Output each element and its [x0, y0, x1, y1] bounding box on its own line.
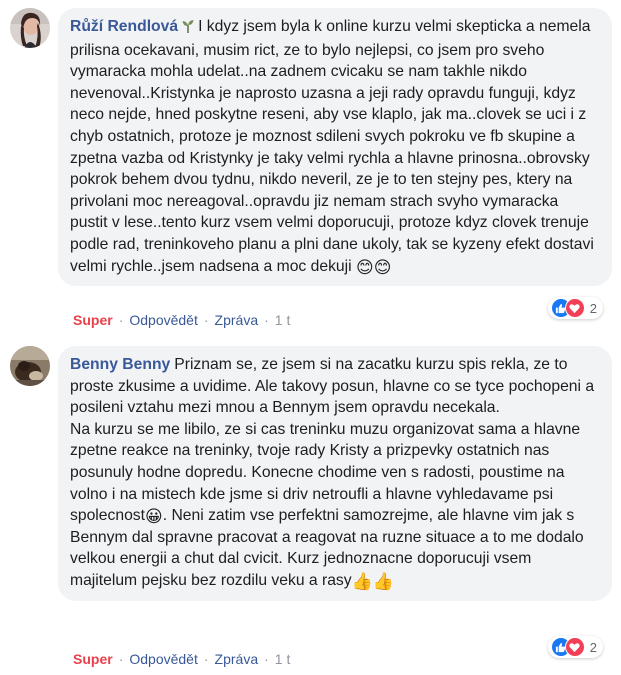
comment-author[interactable]: Růží Rendlová [70, 18, 178, 35]
comment-text: Priznam se, ze jsem si na zacatku kurzu … [70, 356, 595, 525]
comment-author[interactable]: Benny Benny [70, 356, 170, 373]
separator: · [203, 312, 209, 328]
separator: · [264, 651, 269, 667]
separator: · [264, 312, 269, 328]
avatar[interactable] [10, 8, 50, 48]
timestamp-link[interactable]: 1 t [275, 651, 291, 667]
separator: · [203, 651, 209, 667]
smile-emoji-icon: 😊😊 [355, 257, 392, 277]
comment-actions: Super · Odpovědět · Zpráva · 1 t [73, 312, 290, 328]
separator: · [118, 312, 124, 328]
sprout-icon [182, 18, 194, 40]
comment-bubble: Benny Benny Priznam se, ze jsem si na zac… [58, 346, 612, 601]
grin-emoji-icon: 😀 [145, 507, 163, 527]
reaction-count: 2 [589, 300, 597, 316]
love-reaction-icon [564, 637, 585, 657]
avatar-photo-icon [10, 346, 50, 386]
reaction-count: 2 [589, 639, 597, 655]
love-reaction-icon [564, 298, 585, 318]
avatar-photo-icon [10, 8, 50, 48]
separator: · [118, 651, 124, 667]
comment-bubble: Růží Rendlová I kdyz jsem byla k online k… [58, 8, 612, 287]
report-link[interactable]: Zpráva [215, 312, 259, 328]
report-link[interactable]: Zpráva [215, 651, 259, 667]
reaction-super-button[interactable]: Super [73, 312, 113, 328]
reply-link[interactable]: Odpovědět [129, 312, 198, 328]
reactions-summary[interactable]: 2 [547, 297, 603, 319]
comment-text: I kdyz jsem byla k online kurzu velmi sk… [70, 18, 599, 275]
comment-actions: Super · Odpovědět · Zpráva · 1 t [73, 651, 290, 667]
reply-link[interactable]: Odpovědět [129, 651, 198, 667]
timestamp-link[interactable]: 1 t [275, 312, 291, 328]
avatar[interactable] [10, 346, 50, 386]
reactions-summary[interactable]: 2 [547, 636, 603, 658]
thumbs-up-emoji-icon: 👍👍 [351, 571, 394, 591]
reaction-super-button[interactable]: Super [73, 651, 113, 667]
